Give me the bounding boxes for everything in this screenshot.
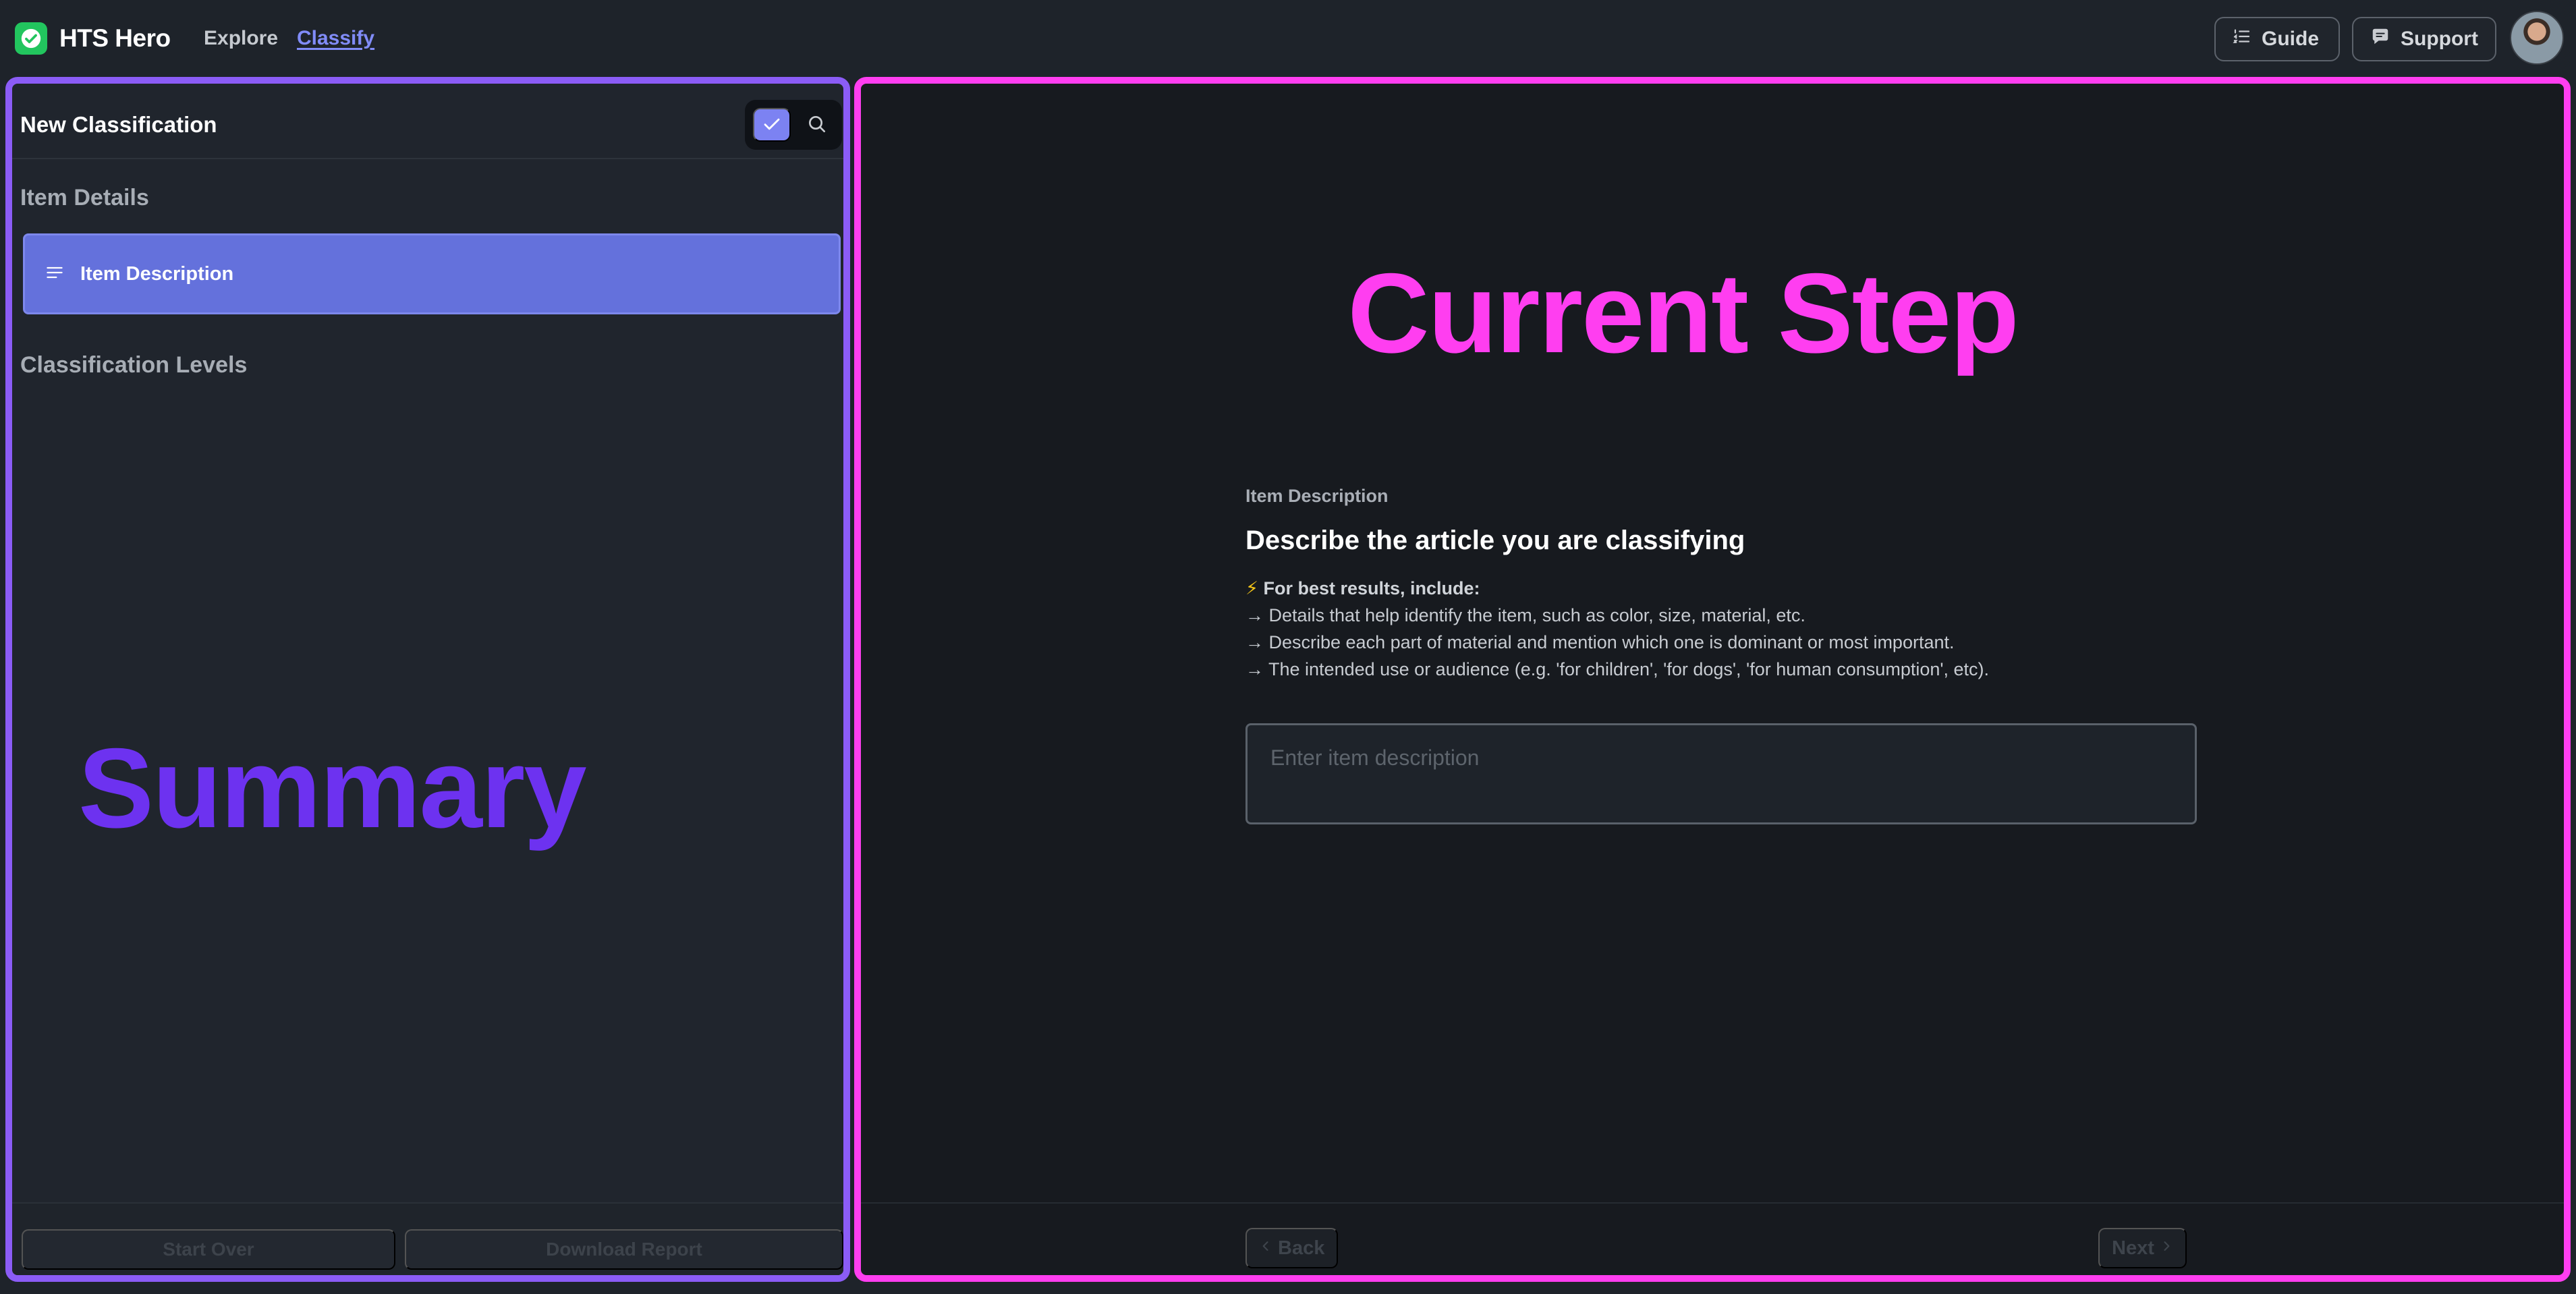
tip-item: → Details that help identify the item, s… (1245, 605, 1805, 625)
download-report-button[interactable]: Download Report (405, 1229, 843, 1270)
chevron-left-icon (1259, 1237, 1272, 1260)
tips-header: ⚡ For best results, include: (1245, 575, 2204, 602)
app-name: HTS Hero (59, 24, 171, 52)
user-avatar[interactable] (2510, 11, 2564, 65)
mode-toggle (745, 100, 842, 150)
tip-item: → The intended use or audience (e.g. 'fo… (1245, 659, 1990, 679)
search-icon (806, 113, 828, 137)
step-panel-footer: Back Next (861, 1202, 2564, 1275)
summary-panel-footer: Start Over Download Report (12, 1202, 843, 1275)
item-description-input[interactable] (1245, 723, 2197, 824)
section-item-details: Item Details (20, 185, 149, 210)
app-logo[interactable]: HTS Hero (15, 22, 171, 55)
tips-header-text: For best results, include: (1263, 578, 1480, 598)
check-mode-button[interactable] (753, 108, 791, 142)
back-button-label: Back (1278, 1237, 1325, 1259)
next-button-label: Next (2112, 1237, 2154, 1259)
lightning-icon: ⚡ (1245, 578, 1258, 598)
start-over-button[interactable]: Start Over (22, 1229, 395, 1270)
tip-item: → Describe each part of material and men… (1245, 632, 1955, 652)
chevron-right-icon (2160, 1237, 2173, 1260)
tips-list: ⚡ For best results, include: → Details t… (1245, 575, 2204, 683)
back-button[interactable]: Back (1245, 1228, 1339, 1268)
step-kicker: Item Description (1245, 486, 1389, 506)
chat-bubble-icon (2370, 26, 2391, 52)
check-badge-icon (15, 22, 47, 55)
nav-explore-link[interactable]: Explore (204, 27, 278, 50)
guide-button[interactable]: Guide (2214, 17, 2340, 61)
current-step-panel: Current Step Item Description Describe t… (854, 77, 2571, 1282)
summary-item-description[interactable]: Item Description (23, 233, 841, 314)
support-button-label: Support (2401, 28, 2478, 50)
summary-item-label: Item Description (80, 262, 234, 285)
top-navigation-bar: HTS Hero Explore Classify Guide Support (0, 0, 2576, 77)
lines-icon (44, 263, 65, 285)
check-icon (760, 114, 783, 136)
summary-panel-header: New Classification (12, 84, 843, 159)
guide-button-label: Guide (2262, 28, 2320, 50)
numbered-list-icon (2232, 26, 2252, 52)
section-classification-levels: Classification Levels (20, 352, 248, 378)
search-mode-button[interactable] (800, 108, 834, 142)
step-heading: Describe the article you are classifying (1245, 526, 1745, 555)
nav-classify-link[interactable]: Classify (297, 27, 374, 50)
next-button[interactable]: Next (2098, 1228, 2187, 1268)
current-step-region-label: Current Step (1347, 250, 2019, 376)
summary-region-label: Summary (78, 725, 587, 851)
support-button[interactable]: Support (2352, 17, 2496, 61)
panel-title: New Classification (20, 112, 217, 137)
summary-panel: New Classification Item Details Item Des… (5, 77, 850, 1282)
step-content: Item Description Describe the article yo… (1245, 486, 2204, 683)
